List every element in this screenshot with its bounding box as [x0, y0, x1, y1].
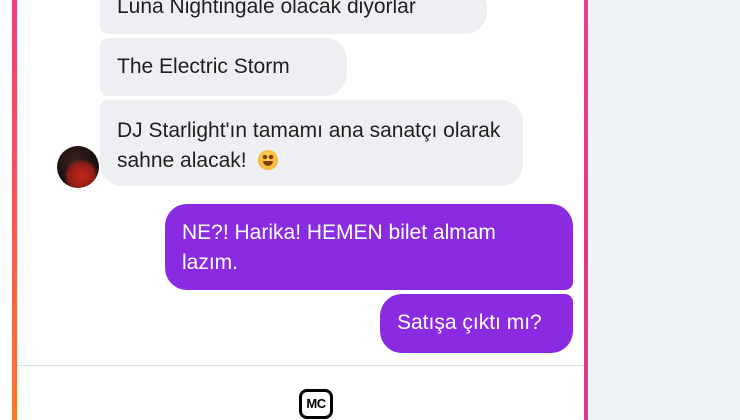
star-struck-emoji-icon	[258, 150, 279, 170]
message-text: The Electric Storm	[117, 55, 290, 78]
message-text: Satışa çıktı mı?	[397, 311, 542, 334]
incoming-message-bubble[interactable]: The Electric Storm	[100, 38, 347, 96]
sender-avatar[interactable]	[57, 146, 99, 188]
message-text: NE?! Harika! HEMEN bilet almam lazım.	[182, 221, 496, 274]
message-text: Luna Nightingale olacak diyorlar	[117, 0, 416, 18]
right-side-panel	[588, 0, 740, 420]
outgoing-message-bubble[interactable]: NE?! Harika! HEMEN bilet almam lazım.	[165, 204, 573, 290]
incoming-message-bubble[interactable]: Luna Nightingale olacak diyorlar	[100, 0, 487, 34]
chat-thread[interactable]: Luna Nightingale olacak diyorlar The Ele…	[17, 0, 584, 365]
messaging-screen: Luna Nightingale olacak diyorlar The Ele…	[0, 0, 740, 420]
message-composer[interactable]: MC	[17, 366, 584, 420]
mc-logo-icon: MC	[299, 389, 333, 419]
message-text: DJ Starlight'ın tamamı ana sanatçı olara…	[117, 119, 501, 172]
incoming-message-bubble[interactable]: DJ Starlight'ın tamamı ana sanatçı olara…	[100, 100, 523, 186]
phone-frame-right-edge	[584, 0, 588, 420]
outgoing-message-bubble[interactable]: Satışa çıktı mı?	[380, 294, 573, 353]
